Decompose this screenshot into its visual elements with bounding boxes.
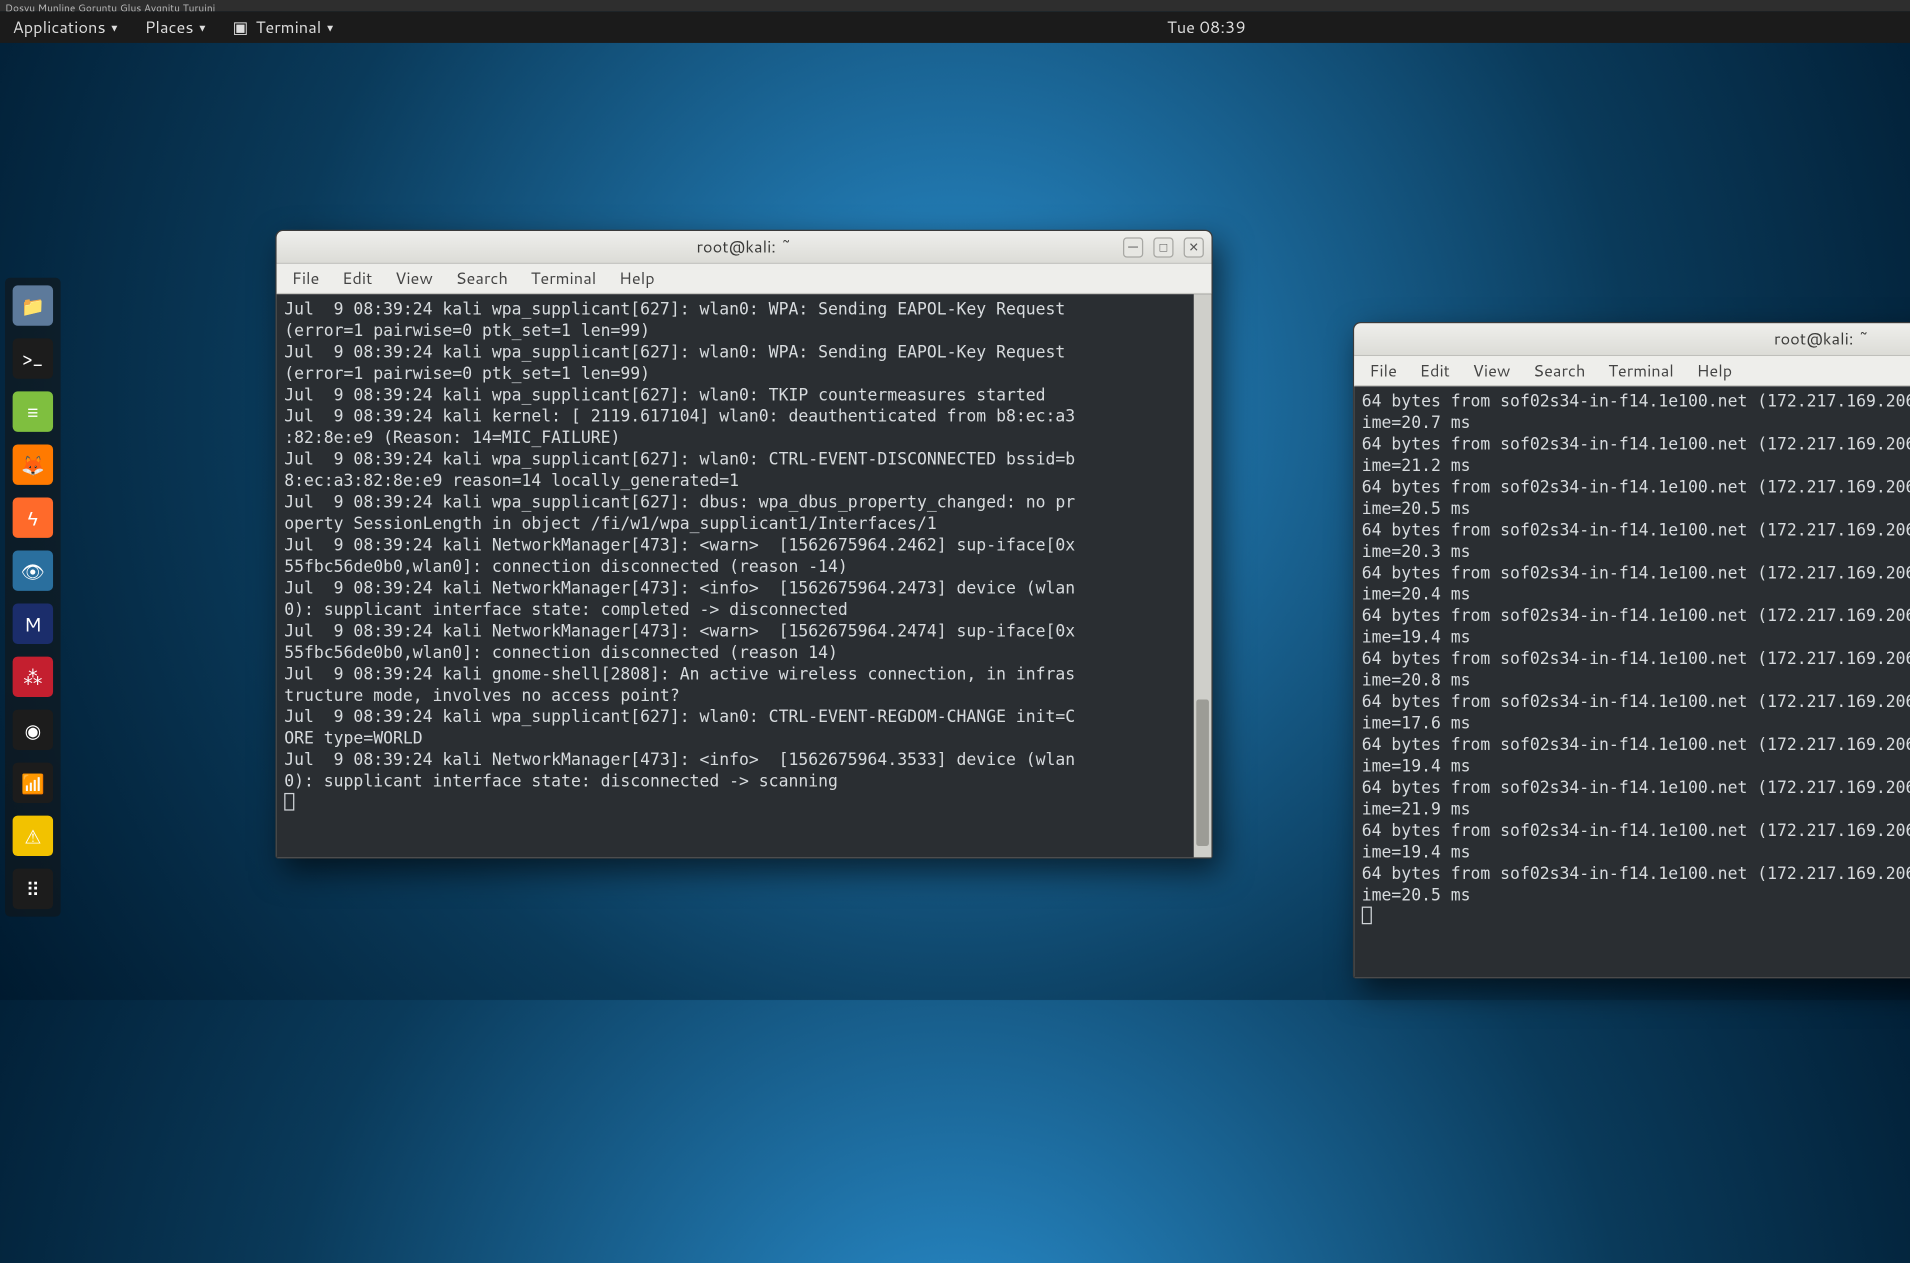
vuln-icon[interactable]: ⚠ — [13, 816, 53, 856]
maximize-button[interactable]: □ — [1153, 237, 1173, 257]
terminal-1-menubar: File Edit View Search Terminal Help — [277, 264, 1212, 294]
terminal-1-scrollbar[interactable] — [1194, 294, 1212, 857]
terminal-2-titlebar[interactable]: root@kali: ~ — [1354, 323, 1910, 356]
clock-text: Tue 08:39 — [1167, 16, 1246, 39]
metasploit-icon[interactable]: M — [13, 604, 53, 644]
applications-menu[interactable]: Applications ▼ — [0, 11, 132, 43]
files-icon[interactable]: 📁 — [13, 285, 53, 325]
notes-icon[interactable]: ≡ — [13, 391, 53, 431]
menu-search[interactable]: Search — [456, 267, 508, 290]
firefox-icon[interactable]: 🦊 — [13, 444, 53, 484]
chevron-down-icon: ▼ — [197, 20, 207, 35]
menu-file[interactable]: File — [1369, 359, 1397, 382]
terminal-1-title: root@kali: ~ — [696, 235, 791, 258]
menu-edit[interactable]: Edit — [1420, 359, 1450, 382]
menu-view[interactable]: View — [1473, 359, 1511, 382]
menu-view[interactable]: View — [395, 267, 433, 290]
terminal-icon: ▣ — [233, 16, 249, 39]
terminal-2-title: root@kali: ~ — [1774, 328, 1869, 351]
terminal-2-menubar: File Edit View Search Terminal Help — [1354, 356, 1910, 386]
eye-icon[interactable]: 👁 — [13, 551, 53, 591]
terminal-1-titlebar[interactable]: root@kali: ~ ― □ ✕ — [277, 231, 1212, 264]
menu-search[interactable]: Search — [1533, 359, 1585, 382]
menu-terminal[interactable]: Terminal — [1608, 359, 1674, 382]
places-menu[interactable]: Places ▼ — [132, 11, 220, 43]
chevron-down-icon: ▼ — [325, 20, 335, 35]
close-button[interactable]: ✕ — [1184, 237, 1204, 257]
burp-icon[interactable]: ϟ — [13, 497, 53, 537]
menu-file[interactable]: File — [292, 267, 320, 290]
chevron-down-icon: ▼ — [109, 20, 119, 35]
active-app-menu[interactable]: ▣ Terminal ▼ — [220, 11, 348, 43]
host-panel-overlap: Dosyu Munline Goruntu Glus Aygnitu Turui… — [0, 0, 1910, 11]
minimize-button[interactable]: ― — [1123, 237, 1143, 257]
dock: 📁 >_ ≡ 🦊 ϟ 👁 M ⁂ ◉ 📶 ⚠ ⠿ — [5, 278, 61, 917]
terminal-window-2[interactable]: root@kali: ~ File Edit View Search Termi… — [1353, 322, 1910, 979]
obs-icon[interactable]: ◉ — [13, 710, 53, 750]
active-app-label: Terminal — [256, 16, 322, 39]
wifi-icon[interactable]: 📶 — [13, 763, 53, 803]
terminal-1-body[interactable]: Jul 9 08:39:24 kali wpa_supplicant[627]:… — [277, 294, 1212, 857]
menu-terminal[interactable]: Terminal — [531, 267, 597, 290]
cherry-icon[interactable]: ⁂ — [13, 657, 53, 697]
menu-edit[interactable]: Edit — [342, 267, 372, 290]
clock[interactable]: Tue 08:39 — [1154, 11, 1258, 43]
terminal-icon[interactable]: >_ — [13, 338, 53, 378]
applications-label: Applications — [13, 16, 106, 39]
terminal-2-body[interactable]: 64 bytes from sof02s34-in-f14.1e100.net … — [1354, 386, 1910, 977]
menu-help[interactable]: Help — [619, 267, 655, 290]
terminal-window-1[interactable]: root@kali: ~ ― □ ✕ File Edit View Search… — [275, 230, 1212, 859]
places-label: Places — [145, 16, 194, 39]
apps-icon[interactable]: ⠿ — [13, 869, 53, 909]
top-bar: Applications ▼ Places ▼ ▣ Terminal ▼ Tue… — [0, 11, 1910, 43]
menu-help[interactable]: Help — [1697, 359, 1733, 382]
